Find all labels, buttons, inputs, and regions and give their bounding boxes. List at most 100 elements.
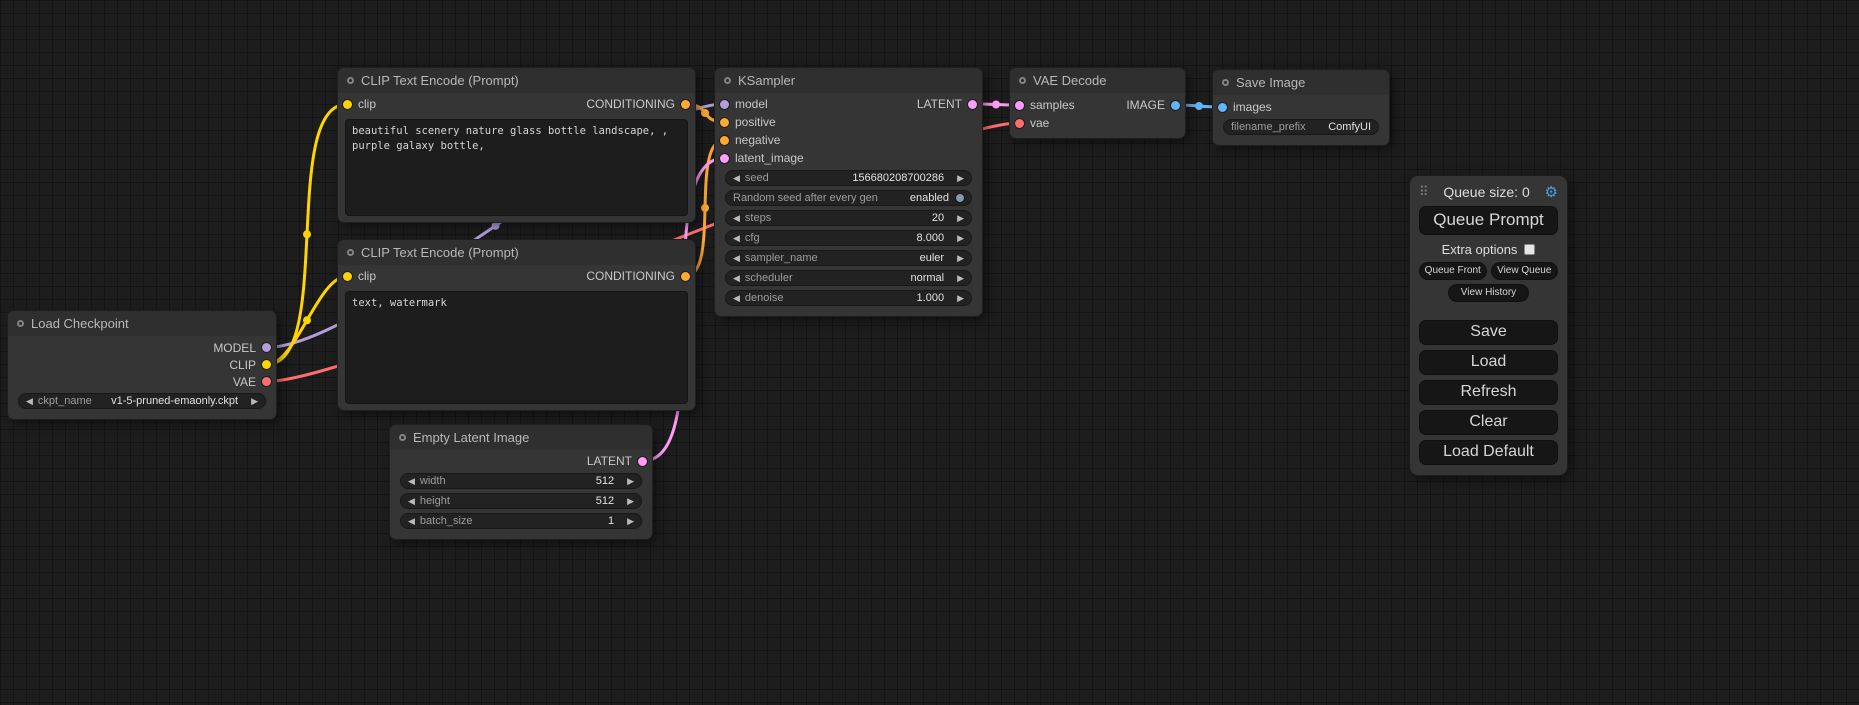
batch-size-widget[interactable]: ◀ batch_size 1 ▶ xyxy=(400,513,642,529)
node-title: KSampler xyxy=(738,73,795,88)
node-title-bar[interactable]: VAE Decode xyxy=(1010,68,1185,93)
clip-input-port[interactable] xyxy=(343,100,352,109)
output-label-vae: VAE xyxy=(233,375,256,389)
node-title-bar[interactable]: CLIP Text Encode (Prompt) xyxy=(338,240,695,265)
node-vae-decode[interactable]: VAE Decode samples IMAGE vae xyxy=(1010,68,1185,138)
widget-name: batch_size xyxy=(420,515,473,527)
node-clip-text-encode-negative[interactable]: CLIP Text Encode (Prompt) clip CONDITION… xyxy=(338,240,695,410)
vae-output-port[interactable] xyxy=(262,377,271,386)
latent-output-port[interactable] xyxy=(638,457,647,466)
node-save-image[interactable]: Save Image images filename_prefix ComfyU… xyxy=(1213,70,1389,145)
collapse-dot[interactable] xyxy=(1019,77,1026,84)
increment-arrow-icon[interactable]: ▶ xyxy=(957,274,964,283)
node-title-bar[interactable]: Load Checkpoint xyxy=(8,311,276,336)
decrement-arrow-icon[interactable]: ◀ xyxy=(26,397,33,406)
filename-prefix-widget[interactable]: filename_prefix ComfyUI xyxy=(1223,119,1379,135)
positive-input-port[interactable] xyxy=(720,118,729,127)
decrement-arrow-icon[interactable]: ◀ xyxy=(408,517,415,526)
increment-arrow-icon[interactable]: ▶ xyxy=(957,174,964,183)
wire-midpoint-dot xyxy=(701,204,709,212)
widget-value: euler xyxy=(920,252,944,264)
collapse-dot[interactable] xyxy=(399,434,406,441)
conditioning-output-port[interactable] xyxy=(681,100,690,109)
widget-name: scheduler xyxy=(745,272,793,284)
vae-input-port[interactable] xyxy=(1015,119,1024,128)
model-output-port[interactable] xyxy=(262,343,271,352)
increment-arrow-icon[interactable]: ▶ xyxy=(957,294,964,303)
prompt-textarea[interactable]: beautiful scenery nature glass bottle la… xyxy=(345,119,688,216)
toggle-on-indicator[interactable] xyxy=(956,194,964,202)
node-empty-latent-image[interactable]: Empty Latent Image LATENT ◀ width 512 ▶ … xyxy=(390,425,652,539)
image-output-port[interactable] xyxy=(1171,101,1180,110)
height-widget[interactable]: ◀ height 512 ▶ xyxy=(400,493,642,509)
samples-input-port[interactable] xyxy=(1015,101,1024,110)
width-widget[interactable]: ◀ width 512 ▶ xyxy=(400,473,642,489)
decrement-arrow-icon[interactable]: ◀ xyxy=(733,234,740,243)
widget-name: denoise xyxy=(745,292,784,304)
view-queue-button[interactable]: View Queue xyxy=(1491,262,1559,280)
ckpt-name-widget[interactable]: ◀ ckpt_name v1-5-pruned-emaonly.ckpt ▶ xyxy=(18,393,266,409)
view-history-button[interactable]: View History xyxy=(1448,284,1529,302)
settings-gear-icon[interactable]: ⚙ xyxy=(1545,183,1558,201)
prompt-textarea[interactable]: text, watermark xyxy=(345,291,688,404)
sampler-name-widget[interactable]: ◀ sampler_name euler ▶ xyxy=(725,250,972,266)
conditioning-output-port[interactable] xyxy=(681,272,690,281)
decrement-arrow-icon[interactable]: ◀ xyxy=(733,274,740,283)
collapse-dot[interactable] xyxy=(724,77,731,84)
scheduler-widget[interactable]: ◀ scheduler normal ▶ xyxy=(725,270,972,286)
widget-value: 20 xyxy=(932,212,944,224)
random-seed-toggle-widget[interactable]: Random seed after every gen enabled xyxy=(725,190,972,206)
steps-widget[interactable]: ◀ steps 20 ▶ xyxy=(725,210,972,226)
decrement-arrow-icon[interactable]: ◀ xyxy=(733,254,740,263)
node-load-checkpoint[interactable]: Load Checkpoint MODEL CLIP VAE ◀ ckpt_na… xyxy=(8,311,276,419)
queue-prompt-button[interactable]: Queue Prompt xyxy=(1419,206,1558,235)
extra-options-checkbox[interactable] xyxy=(1524,244,1535,255)
increment-arrow-icon[interactable]: ▶ xyxy=(627,477,634,486)
node-title-bar[interactable]: KSampler xyxy=(715,68,982,93)
collapse-dot[interactable] xyxy=(347,77,354,84)
refresh-button[interactable]: Refresh xyxy=(1419,380,1558,405)
increment-arrow-icon[interactable]: ▶ xyxy=(957,254,964,263)
clear-button[interactable]: Clear xyxy=(1419,410,1558,435)
cfg-widget[interactable]: ◀ cfg 8.000 ▶ xyxy=(725,230,972,246)
denoise-widget[interactable]: ◀ denoise 1.000 ▶ xyxy=(725,290,972,306)
widget-name: ckpt_name xyxy=(38,395,92,407)
comfyui-canvas[interactable]: { "colors": { "model": "#B39DDB", "clip"… xyxy=(0,0,1859,705)
widget-value: 512 xyxy=(596,495,614,507)
load-button[interactable]: Load xyxy=(1419,350,1558,375)
node-ksampler[interactable]: KSampler model LATENT positive negative xyxy=(715,68,982,316)
decrement-arrow-icon[interactable]: ◀ xyxy=(408,497,415,506)
widget-name: seed xyxy=(745,172,769,184)
clip-input-port[interactable] xyxy=(343,272,352,281)
save-button[interactable]: Save xyxy=(1419,320,1558,345)
wire-midpoint-dot xyxy=(492,222,500,230)
node-title-bar[interactable]: CLIP Text Encode (Prompt) xyxy=(338,68,695,93)
negative-input-port[interactable] xyxy=(720,136,729,145)
latent-image-input-port[interactable] xyxy=(720,154,729,163)
decrement-arrow-icon[interactable]: ◀ xyxy=(733,294,740,303)
decrement-arrow-icon[interactable]: ◀ xyxy=(408,477,415,486)
queue-front-button[interactable]: Queue Front xyxy=(1419,262,1487,280)
drag-handle-icon[interactable]: ⠿ xyxy=(1419,184,1429,200)
increment-arrow-icon[interactable]: ▶ xyxy=(957,214,964,223)
model-input-port[interactable] xyxy=(720,100,729,109)
widget-value: 1 xyxy=(608,515,614,527)
output-label-conditioning: CONDITIONING xyxy=(586,269,675,283)
increment-arrow-icon[interactable]: ▶ xyxy=(251,397,258,406)
decrement-arrow-icon[interactable]: ◀ xyxy=(733,214,740,223)
collapse-dot[interactable] xyxy=(1222,79,1229,86)
latent-output-port[interactable] xyxy=(968,100,977,109)
decrement-arrow-icon[interactable]: ◀ xyxy=(733,174,740,183)
increment-arrow-icon[interactable]: ▶ xyxy=(627,497,634,506)
increment-arrow-icon[interactable]: ▶ xyxy=(627,517,634,526)
load-default-button[interactable]: Load Default xyxy=(1419,440,1558,465)
images-input-port[interactable] xyxy=(1218,103,1227,112)
node-title-bar[interactable]: Empty Latent Image xyxy=(390,425,652,450)
clip-output-port[interactable] xyxy=(262,360,271,369)
seed-widget[interactable]: ◀ seed 156680208700286 ▶ xyxy=(725,170,972,186)
node-title-bar[interactable]: Save Image xyxy=(1213,70,1389,95)
increment-arrow-icon[interactable]: ▶ xyxy=(957,234,964,243)
collapse-dot[interactable] xyxy=(347,249,354,256)
node-clip-text-encode-positive[interactable]: CLIP Text Encode (Prompt) clip CONDITION… xyxy=(338,68,695,222)
collapse-dot[interactable] xyxy=(17,320,24,327)
